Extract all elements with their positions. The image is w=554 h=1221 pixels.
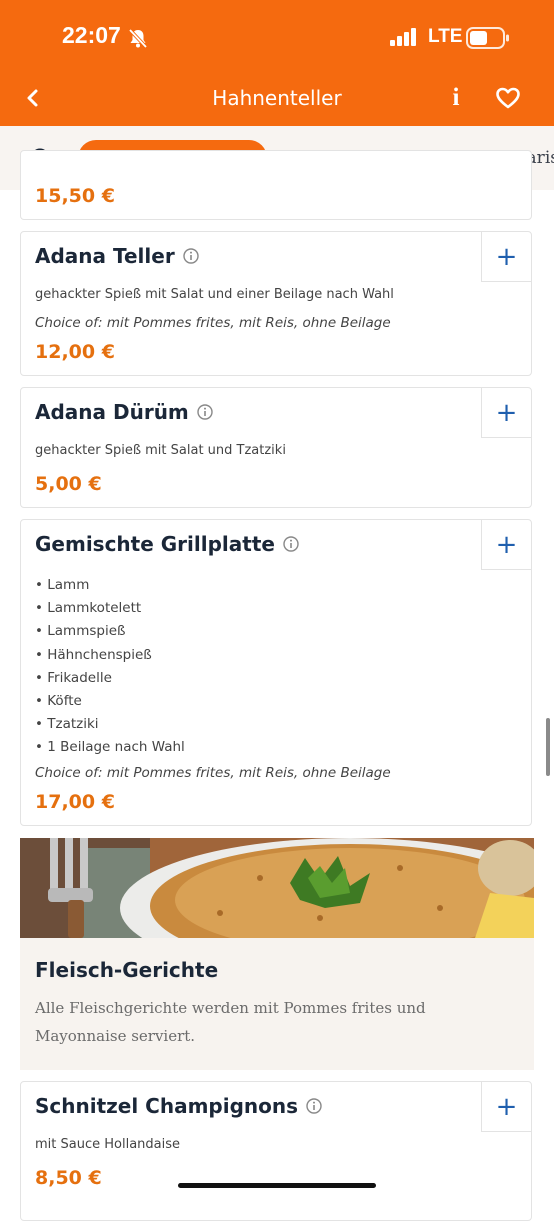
list-item: • Frikadelle bbox=[35, 669, 112, 686]
item-name: Adana Teller bbox=[35, 244, 175, 268]
info-icon[interactable] bbox=[182, 247, 199, 264]
heart-icon[interactable] bbox=[494, 84, 522, 112]
item-choice: Choice of: mit Pommes frites, mit Reis, … bbox=[35, 765, 391, 781]
item-price: 5,00 € bbox=[35, 473, 102, 495]
scrollbar[interactable] bbox=[546, 718, 550, 776]
list-item: • Lammspieß bbox=[35, 623, 126, 640]
add-button[interactable]: + bbox=[481, 388, 531, 438]
section-food-image bbox=[20, 838, 534, 938]
home-indicator[interactable] bbox=[178, 1183, 376, 1188]
list-item: • Lamm bbox=[35, 577, 90, 593]
category-section: Fleisch-Gerichte Alle Fleischgerichte we… bbox=[20, 838, 534, 1070]
item-choice: Choice of: mit Pommes frites, mit Reis, … bbox=[35, 315, 391, 331]
page-title: Hahnenteller bbox=[212, 86, 342, 110]
signal-icon bbox=[390, 28, 416, 46]
status-time: 22:07 bbox=[62, 22, 121, 48]
list-item: • 1 Beilage nach Wahl bbox=[35, 739, 185, 756]
list-item: • Tzatziki bbox=[35, 716, 99, 733]
add-button[interactable]: + bbox=[481, 232, 531, 282]
item-name: Schnitzel Champignons bbox=[35, 1094, 299, 1118]
battery-icon bbox=[466, 27, 509, 49]
section-description: Alle Fleischgerichte werden mit Pommes f… bbox=[35, 999, 426, 1045]
menu-item-card[interactable]: Schnitzel Champignons + mit Sauce Hollan… bbox=[20, 1081, 532, 1221]
item-price: 8,50 € bbox=[35, 1167, 102, 1189]
item-price: 12,00 € bbox=[35, 341, 115, 363]
info-icon[interactable] bbox=[197, 403, 213, 420]
list-item: • Lammkotelett bbox=[35, 600, 142, 617]
menu-item-card[interactable]: Gemischte Grillplatte + • Lamm • Lammkot… bbox=[20, 519, 532, 826]
item-price: 15,50 € bbox=[35, 185, 115, 207]
info-icon[interactable]: i bbox=[444, 84, 468, 112]
item-description: gehackter Spieß mit Salat und einer Beil… bbox=[35, 287, 394, 302]
item-name-wrap: Gemischte Grillplatte bbox=[35, 532, 299, 556]
item-description: mit Sauce Hollandaise bbox=[35, 1137, 180, 1152]
item-ingredients-list: • Lamm • Lammkotelett • Lammspieß • Hähn… bbox=[35, 574, 185, 760]
item-description: gehackter Spieß mit Salat und Tzatziki bbox=[35, 443, 286, 458]
menu-item-card-partial[interactable]: 15,50 € bbox=[20, 150, 532, 220]
add-button[interactable]: + bbox=[481, 1082, 531, 1132]
item-name-wrap: Adana Dürüm bbox=[35, 400, 213, 424]
bell-slash-icon bbox=[128, 28, 148, 49]
item-name-wrap: Adana Teller bbox=[35, 244, 199, 268]
add-button[interactable]: + bbox=[481, 520, 531, 570]
item-name: Adana Dürüm bbox=[35, 400, 189, 424]
menu-item-card[interactable]: Adana Teller + gehackter Spieß mit Salat… bbox=[20, 231, 532, 376]
menu-item-card[interactable]: Adana Dürüm + gehackter Spieß mit Salat … bbox=[20, 387, 532, 508]
info-icon[interactable] bbox=[306, 1097, 322, 1114]
list-item: • Köfte bbox=[35, 692, 82, 709]
app-header: 22:07 LTE Hahnenteller i bbox=[0, 0, 554, 126]
section-title: Fleisch-Gerichte bbox=[35, 958, 219, 982]
list-item: • Hähnchenspieß bbox=[35, 646, 152, 663]
item-price: 17,00 € bbox=[35, 791, 115, 813]
item-name: Gemischte Grillplatte bbox=[35, 532, 275, 556]
item-name-wrap: Schnitzel Champignons bbox=[35, 1094, 322, 1118]
network-type: LTE bbox=[428, 26, 463, 47]
info-icon[interactable] bbox=[283, 535, 299, 552]
